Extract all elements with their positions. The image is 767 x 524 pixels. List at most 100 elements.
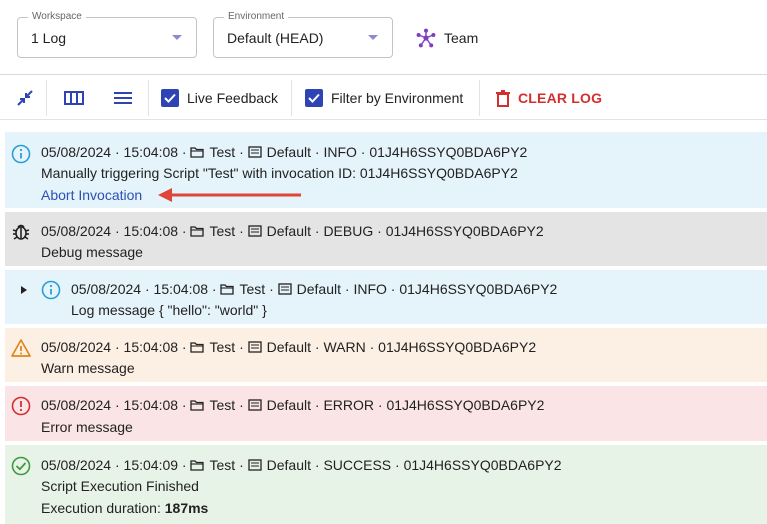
duration-value: 187ms [164, 500, 209, 516]
log-id: 01J4H6SSYQ0BDA6PY2 [403, 457, 562, 473]
log-level: SUCCESS [323, 457, 392, 473]
clear-log-label: CLEAR LOG [518, 90, 603, 106]
log-env: Default [296, 281, 341, 297]
environment-select[interactable]: Environment Default (HEAD) [213, 11, 393, 58]
log-message: Error message [41, 419, 133, 435]
log-env: Default [266, 339, 311, 355]
check-circle-icon [11, 456, 31, 476]
divider [291, 80, 292, 116]
collapse-icon [17, 90, 33, 106]
expand-caret-icon[interactable] [20, 285, 28, 295]
log-time: 15:04:08 [123, 223, 179, 239]
log-script: Test [209, 397, 236, 413]
live-feedback-toggle[interactable]: Live Feedback [161, 76, 278, 120]
log-meta: 05/08/2024 · 15:04:08 · Test · Default ·… [71, 280, 557, 298]
warning-icon [11, 339, 31, 357]
abort-invocation-link[interactable]: Abort Invocation [41, 186, 142, 204]
log-time: 15:04:08 [123, 397, 179, 413]
dot: · [269, 281, 274, 297]
dot: · [239, 397, 244, 413]
dot: · [114, 457, 120, 473]
log-id: 01J4H6SSYQ0BDA6PY2 [399, 281, 558, 297]
live-feedback-checkbox[interactable] [161, 89, 179, 107]
log-date: 05/08/2024 [41, 223, 112, 239]
log-level: WARN [323, 339, 366, 355]
log-entry-info-expandable[interactable]: 05/08/2024 · 15:04:08 · Test · Default ·… [5, 270, 767, 324]
terminal-icon [247, 146, 262, 158]
dot: · [377, 223, 382, 239]
menu-button[interactable] [103, 76, 143, 120]
log-script: Test [209, 457, 236, 473]
terminal-icon [247, 225, 262, 237]
log-time: 15:04:09 [123, 457, 179, 473]
divider [479, 80, 480, 116]
log-date: 05/08/2024 [71, 281, 142, 297]
log-script: Test [209, 144, 236, 160]
dot: · [181, 457, 187, 473]
checkmark-icon [164, 93, 176, 103]
columns-button[interactable] [55, 76, 93, 120]
divider [46, 80, 47, 116]
log-entry-info: 05/08/2024 · 15:04:08 · Test · Default ·… [5, 132, 767, 208]
dot: · [377, 397, 383, 413]
dot: · [360, 144, 366, 160]
filter-env-toggle[interactable]: Filter by Environment [305, 76, 463, 120]
dot: · [390, 281, 396, 297]
filter-env-checkbox[interactable] [305, 89, 323, 107]
environment-label: Environment [224, 11, 289, 23]
log-meta: 05/08/2024 · 15:04:08 · Test · Default ·… [41, 143, 527, 161]
terminal-icon [247, 399, 262, 411]
folder-icon [190, 147, 205, 158]
bug-icon [12, 224, 30, 240]
checkmark-icon [308, 93, 320, 103]
log-time: 15:04:08 [123, 144, 179, 160]
team-label: Team [444, 30, 479, 46]
log-entry-warn: 05/08/2024 · 15:04:08 · Test · Default ·… [5, 328, 767, 382]
dot: · [181, 223, 187, 239]
execution-duration: Execution duration: 187ms [41, 499, 208, 517]
log-env: Default [266, 397, 311, 413]
clear-log-button[interactable]: CLEAR LOG [496, 76, 602, 120]
workspace-label: Workspace [28, 11, 86, 23]
annotation-arrow [158, 188, 301, 202]
log-level: ERROR [323, 397, 374, 413]
dot: · [314, 223, 320, 239]
top-bar: Workspace 1 Log Environment Default (HEA… [0, 0, 767, 75]
log-date: 05/08/2024 [41, 397, 112, 413]
dot: · [114, 144, 120, 160]
log-level: INFO [353, 281, 387, 297]
log-time: 15:04:08 [153, 281, 209, 297]
log-meta: 05/08/2024 · 15:04:08 · Test · Default ·… [41, 222, 544, 240]
terminal-icon [247, 459, 262, 471]
folder-icon [190, 400, 205, 411]
dot: · [114, 397, 120, 413]
log-env: Default [266, 144, 311, 160]
team-button[interactable]: Team [416, 28, 478, 48]
info-icon [41, 280, 61, 300]
log-message: Debug message [41, 244, 143, 260]
workspace-select[interactable]: Workspace 1 Log [17, 11, 197, 58]
trash-icon [496, 89, 510, 107]
chevron-down-icon [368, 35, 378, 40]
columns-icon [64, 91, 84, 105]
collapse-button[interactable] [5, 76, 45, 120]
log-message: Manually triggering Script "Test" with i… [41, 165, 518, 181]
log-level: INFO [323, 144, 357, 160]
log-env: Default [266, 223, 311, 239]
dot: · [144, 281, 150, 297]
dot: · [181, 144, 187, 160]
log-message: Script Execution Finished [41, 478, 199, 494]
filter-env-label: Filter by Environment [331, 90, 464, 106]
dot: · [239, 144, 244, 160]
folder-icon [190, 226, 205, 237]
log-meta: 05/08/2024 · 15:04:08 · Test · Default ·… [41, 338, 536, 356]
dot: · [181, 397, 187, 413]
info-icon [11, 144, 31, 164]
dot: · [114, 339, 120, 355]
dot: · [314, 144, 320, 160]
terminal-icon [247, 341, 262, 353]
terminal-icon [277, 283, 292, 295]
chevron-down-icon [172, 35, 182, 40]
error-icon [11, 396, 31, 416]
dot: · [239, 223, 244, 239]
